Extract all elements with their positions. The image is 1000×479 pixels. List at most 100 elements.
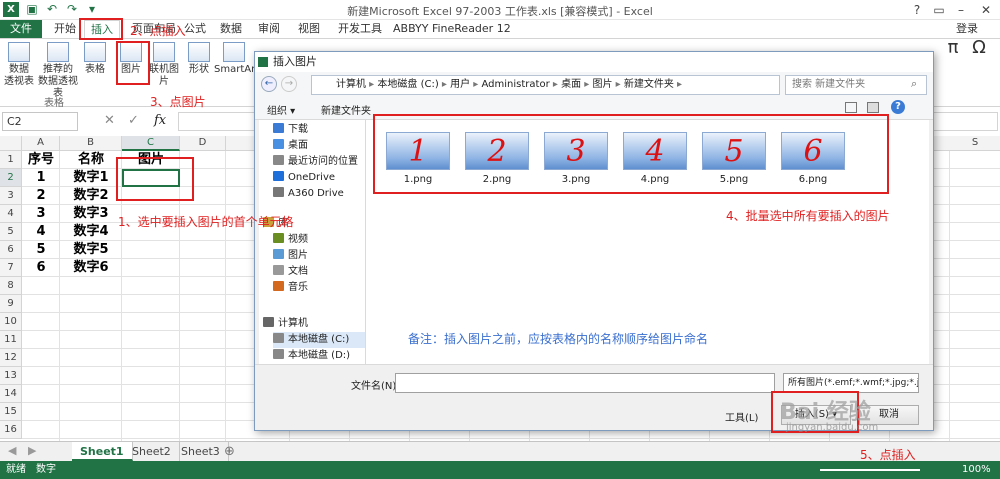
column-header-s[interactable]: S: [960, 136, 990, 151]
smartart-button[interactable]: SmartArt: [214, 42, 259, 76]
row-header[interactable]: 5: [0, 223, 22, 241]
row-header[interactable]: 12: [0, 349, 22, 367]
breadcrumb-item[interactable]: 计算机: [336, 79, 366, 90]
breadcrumb-item[interactable]: 桌面: [561, 79, 581, 90]
add-sheet-icon[interactable]: ⊕: [224, 444, 235, 459]
organize-button[interactable]: 组织 ▾: [267, 102, 295, 117]
zoom-level[interactable]: 100%: [962, 461, 991, 479]
filetype-select[interactable]: 所有图片(*.emf;*.wmf;*.jpg;*.ji: [783, 373, 919, 393]
nav-item[interactable]: 图片: [273, 248, 308, 264]
tab-developer[interactable]: 开发工具: [332, 20, 388, 38]
column-header-d[interactable]: D: [180, 136, 226, 151]
row-header[interactable]: 10: [0, 313, 22, 331]
tab-view[interactable]: 视图: [292, 20, 326, 38]
address-bar[interactable]: 计算机 ▸ 本地磁盘 (C:) ▸ 用户 ▸ Administrator ▸ 桌…: [311, 75, 780, 95]
nav-item[interactable]: 桌面: [273, 138, 308, 154]
sheet-tab-3[interactable]: Sheet3: [173, 442, 229, 461]
login-link[interactable]: 登录: [950, 20, 984, 38]
tab-abbyy[interactable]: ABBYY FineReader 12: [387, 20, 517, 38]
search-input[interactable]: 搜索 新建文件夹: [785, 75, 927, 95]
nav-item[interactable]: 下载: [273, 122, 308, 138]
cell-name[interactable]: 数字6: [60, 259, 122, 277]
nav-item[interactable]: 文档: [273, 264, 308, 280]
cell-name[interactable]: 数字1: [60, 169, 122, 187]
row-header[interactable]: 13: [0, 367, 22, 385]
insert-function-icon[interactable]: fx: [154, 113, 166, 128]
row-header[interactable]: 8: [0, 277, 22, 295]
cell-number[interactable]: 1: [22, 169, 60, 187]
tab-file[interactable]: 文件: [0, 20, 42, 38]
next-sheet-icon[interactable]: ▶: [28, 444, 36, 457]
breadcrumb-item[interactable]: Administrator: [482, 79, 550, 90]
online-picture-button[interactable]: 联机图片: [146, 42, 182, 88]
back-icon[interactable]: ←: [261, 76, 277, 92]
row-header[interactable]: 11: [0, 331, 22, 349]
cell-number[interactable]: 4: [22, 223, 60, 241]
cell-name[interactable]: 数字4: [60, 223, 122, 241]
tab-home[interactable]: 开始: [48, 20, 82, 38]
recommended-pivot-button[interactable]: 推荐的 数据透视表: [36, 42, 80, 100]
confirm-entry-icon[interactable]: ✓: [128, 113, 139, 128]
cell-number[interactable]: 2: [22, 187, 60, 205]
column-header-b[interactable]: B: [60, 136, 122, 151]
cell-b1[interactable]: 名称: [60, 151, 122, 169]
prev-sheet-icon[interactable]: ◀: [8, 444, 16, 457]
cell-number[interactable]: 5: [22, 241, 60, 259]
cancel-entry-icon[interactable]: ✕: [104, 113, 115, 128]
nav-item[interactable]: 音乐: [273, 280, 308, 296]
cell-name[interactable]: 数字2: [60, 187, 122, 205]
tab-review[interactable]: 审阅: [252, 20, 286, 38]
shapes-button[interactable]: 形状: [186, 42, 212, 76]
nav-item[interactable]: 本地磁盘 (D:): [273, 348, 350, 364]
row-header[interactable]: 7: [0, 259, 22, 277]
breadcrumb-item[interactable]: 用户: [450, 79, 470, 90]
nav-item[interactable]: OneDrive: [273, 170, 335, 186]
nav-item[interactable]: 本地磁盘 (C:): [273, 332, 365, 348]
breadcrumb-item[interactable]: 本地磁盘 (C:): [377, 79, 438, 90]
nav-item[interactable]: A360 Drive: [273, 186, 344, 202]
row-header[interactable]: 3: [0, 187, 22, 205]
cell-number[interactable]: 6: [22, 259, 60, 277]
nav-item-label: 桌面: [288, 140, 308, 151]
pivot-table-button[interactable]: 数据 透视表: [4, 42, 34, 88]
tab-data[interactable]: 数据: [214, 20, 248, 38]
sheet-tab-2[interactable]: Sheet2: [124, 442, 180, 461]
row-header[interactable]: 4: [0, 205, 22, 223]
row-header[interactable]: 16: [0, 421, 22, 439]
name-box[interactable]: C2: [2, 112, 78, 131]
column-header-c[interactable]: C: [122, 136, 180, 151]
table-button[interactable]: 表格: [82, 42, 108, 76]
new-folder-button[interactable]: 新建文件夹: [321, 102, 371, 117]
cell-name[interactable]: 数字5: [60, 241, 122, 259]
zoom-slider[interactable]: [820, 469, 920, 471]
preview-pane-icon[interactable]: [867, 102, 879, 113]
cell-number[interactable]: 3: [22, 205, 60, 223]
filename-input[interactable]: [395, 373, 775, 393]
symbol-icon[interactable]: Ω: [970, 39, 988, 57]
minimize-icon[interactable]: –: [950, 0, 972, 20]
close-icon[interactable]: ✕: [975, 0, 997, 20]
select-all-corner[interactable]: [0, 136, 22, 151]
breadcrumb-separator-icon: ▸: [612, 79, 624, 90]
breadcrumb-item[interactable]: 图片: [592, 79, 612, 90]
row-header[interactable]: 6: [0, 241, 22, 259]
cell-a1[interactable]: 序号: [22, 151, 60, 169]
breadcrumb-item[interactable]: 新建文件夹: [624, 79, 674, 90]
row-header[interactable]: 14: [0, 385, 22, 403]
nav-item[interactable]: 计算机: [263, 316, 308, 332]
forward-icon[interactable]: →: [281, 76, 297, 92]
row-header[interactable]: 2: [0, 169, 22, 187]
help-icon[interactable]: ?: [906, 0, 928, 20]
view-options-icon[interactable]: [845, 102, 857, 113]
help-icon[interactable]: ?: [891, 100, 905, 114]
cell-name[interactable]: 数字3: [60, 205, 122, 223]
restore-ribbon-icon[interactable]: ▭: [928, 0, 950, 20]
nav-item[interactable]: 最近访问的位置: [273, 154, 358, 170]
tools-menu[interactable]: 工具(L): [725, 409, 758, 424]
column-header-a[interactable]: A: [22, 136, 60, 151]
equation-icon[interactable]: π: [944, 39, 962, 57]
row-header[interactable]: 9: [0, 295, 22, 313]
nav-item[interactable]: 视频: [273, 232, 308, 248]
row-header[interactable]: 1: [0, 151, 22, 169]
row-header[interactable]: 15: [0, 403, 22, 421]
